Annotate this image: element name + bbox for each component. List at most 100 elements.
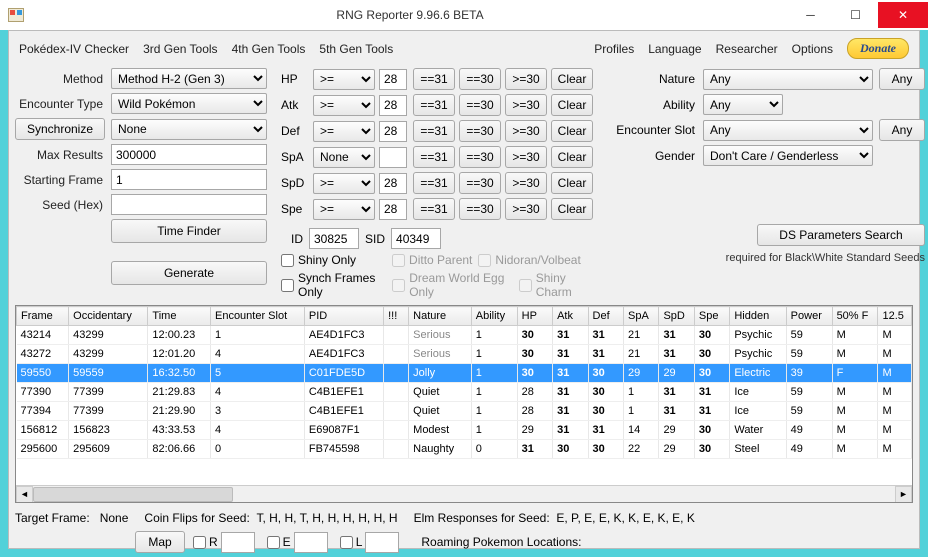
menu-language[interactable]: Language (648, 42, 701, 56)
table-row[interactable]: 595505955916:32.505C01FDE5DJolly13031302… (17, 364, 912, 383)
encounter-type-select[interactable]: Wild Pokémon (111, 93, 267, 114)
l-check[interactable]: L (340, 532, 400, 553)
synchronize-select[interactable]: None (111, 119, 267, 140)
col-nature[interactable]: Nature (409, 307, 472, 326)
col-hidden[interactable]: Hidden (730, 307, 786, 326)
col-def[interactable]: Def (588, 307, 623, 326)
encounter-slot-select[interactable]: Any (703, 120, 873, 141)
r-input[interactable] (221, 532, 255, 553)
iv-SpA-eq30[interactable]: ==30 (459, 146, 501, 168)
iv-Spe-eq31[interactable]: ==31 (413, 198, 455, 220)
close-button[interactable]: ✕ (878, 2, 928, 28)
iv-Def-eq31[interactable]: ==31 (413, 120, 455, 142)
iv-Spe-value[interactable] (379, 199, 407, 220)
donate-button[interactable]: Donate (847, 38, 909, 59)
ds-parameters-button[interactable]: DS Parameters Search (757, 224, 925, 246)
iv-SpD-value[interactable] (379, 173, 407, 194)
iv-SpD-eq31[interactable]: ==31 (413, 172, 455, 194)
iv-Def-eq30[interactable]: ==30 (459, 120, 501, 142)
iv-Spe-ge30[interactable]: >=30 (505, 198, 547, 220)
e-input[interactable] (294, 532, 328, 553)
horizontal-scrollbar[interactable]: ◄ ► (16, 485, 912, 502)
iv-Def-value[interactable] (379, 121, 407, 142)
col-pid[interactable]: PID (304, 307, 383, 326)
col-spe[interactable]: Spe (694, 307, 729, 326)
encounter-slot-any-button[interactable]: Any (879, 119, 925, 141)
col-power[interactable]: Power (786, 307, 832, 326)
map-button[interactable]: Map (135, 531, 185, 553)
menu-4th-gen[interactable]: 4th Gen Tools (232, 42, 306, 56)
menu-researcher[interactable]: Researcher (716, 42, 778, 56)
iv-SpA-value[interactable] (379, 147, 407, 168)
time-finder-button[interactable]: Time Finder (111, 219, 267, 243)
iv-SpA-ge30[interactable]: >=30 (505, 146, 547, 168)
sid-input[interactable] (391, 228, 441, 249)
col-hp[interactable]: HP (517, 307, 552, 326)
iv-Spe-eq30[interactable]: ==30 (459, 198, 501, 220)
id-input[interactable] (309, 228, 359, 249)
generate-button[interactable]: Generate (111, 261, 267, 285)
iv-Atk-value[interactable] (379, 95, 407, 116)
table-row[interactable]: 29560029560982:06.660FB745598Naughty0313… (17, 440, 912, 459)
table-row[interactable]: 432724329912:01.204AE4D1FC3Serious130313… (17, 345, 912, 364)
max-results-input[interactable] (111, 144, 267, 165)
scroll-thumb[interactable] (33, 487, 233, 502)
starting-frame-input[interactable] (111, 169, 267, 190)
col-ability[interactable]: Ability (471, 307, 517, 326)
maximize-button[interactable]: ☐ (833, 2, 878, 28)
table-row[interactable]: 432144329912:00.231AE4D1FC3Serious130313… (17, 326, 912, 345)
col-12-5[interactable]: 12.5 (878, 307, 912, 326)
iv-Def-ge30[interactable]: >=30 (505, 120, 547, 142)
col-frame[interactable]: Frame (17, 307, 69, 326)
iv-HP-ge30[interactable]: >=30 (505, 68, 547, 90)
table-row[interactable]: 773947739921:29.903C4B1EFE1Quiet12831301… (17, 402, 912, 421)
col-atk[interactable]: Atk (553, 307, 588, 326)
iv-HP-op[interactable]: >= (313, 69, 375, 90)
l-input[interactable] (365, 532, 399, 553)
menu-pokedex[interactable]: Pokédex-IV Checker (19, 42, 129, 56)
ability-select[interactable]: Any (703, 94, 783, 115)
iv-HP-clear[interactable]: Clear (551, 68, 593, 90)
col-spd[interactable]: SpD (659, 307, 694, 326)
table-row[interactable]: 15681215682343:33.534E69087F1Modest12931… (17, 421, 912, 440)
menu-3rd-gen[interactable]: 3rd Gen Tools (143, 42, 218, 56)
iv-SpD-eq30[interactable]: ==30 (459, 172, 501, 194)
iv-SpA-clear[interactable]: Clear (551, 146, 593, 168)
minimize-button[interactable]: ─ (788, 2, 833, 28)
iv-Spe-clear[interactable]: Clear (551, 198, 593, 220)
col--[interactable]: !!! (384, 307, 409, 326)
iv-SpA-eq31[interactable]: ==31 (413, 146, 455, 168)
iv-SpA-op[interactable]: None (313, 147, 375, 168)
col-50-f[interactable]: 50% F (832, 307, 878, 326)
iv-Atk-eq30[interactable]: ==30 (459, 94, 501, 116)
gender-select[interactable]: Don't Care / Genderless (703, 145, 873, 166)
iv-HP-eq31[interactable]: ==31 (413, 68, 455, 90)
nature-select[interactable]: Any (703, 69, 873, 90)
iv-HP-eq30[interactable]: ==30 (459, 68, 501, 90)
table-row[interactable]: 773907739921:29.834C4B1EFE1Quiet12831301… (17, 383, 912, 402)
col-time[interactable]: Time (148, 307, 211, 326)
seed-input[interactable] (111, 194, 267, 215)
method-select[interactable]: Method H-2 (Gen 3) (111, 68, 267, 89)
scroll-right-arrow[interactable]: ► (895, 486, 912, 503)
col-spa[interactable]: SpA (623, 307, 658, 326)
e-check[interactable]: E (267, 532, 328, 553)
iv-SpD-op[interactable]: >= (313, 173, 375, 194)
nature-any-button[interactable]: Any (879, 68, 925, 90)
iv-Def-op[interactable]: >= (313, 121, 375, 142)
iv-Atk-op[interactable]: >= (313, 95, 375, 116)
r-check[interactable]: R (193, 532, 255, 553)
col-occidentary[interactable]: Occidentary (69, 307, 148, 326)
iv-HP-value[interactable] (379, 69, 407, 90)
menu-options[interactable]: Options (792, 42, 833, 56)
iv-SpD-ge30[interactable]: >=30 (505, 172, 547, 194)
iv-Spe-op[interactable]: >= (313, 199, 375, 220)
results-grid[interactable]: FrameOccidentaryTimeEncounter SlotPID!!!… (15, 305, 913, 503)
menu-profiles[interactable]: Profiles (594, 42, 634, 56)
synch-frames-check[interactable]: Synch Frames Only (281, 271, 386, 299)
shiny-only-check[interactable]: Shiny Only (281, 253, 356, 267)
iv-Def-clear[interactable]: Clear (551, 120, 593, 142)
iv-SpD-clear[interactable]: Clear (551, 172, 593, 194)
menu-5th-gen[interactable]: 5th Gen Tools (319, 42, 393, 56)
iv-Atk-ge30[interactable]: >=30 (505, 94, 547, 116)
